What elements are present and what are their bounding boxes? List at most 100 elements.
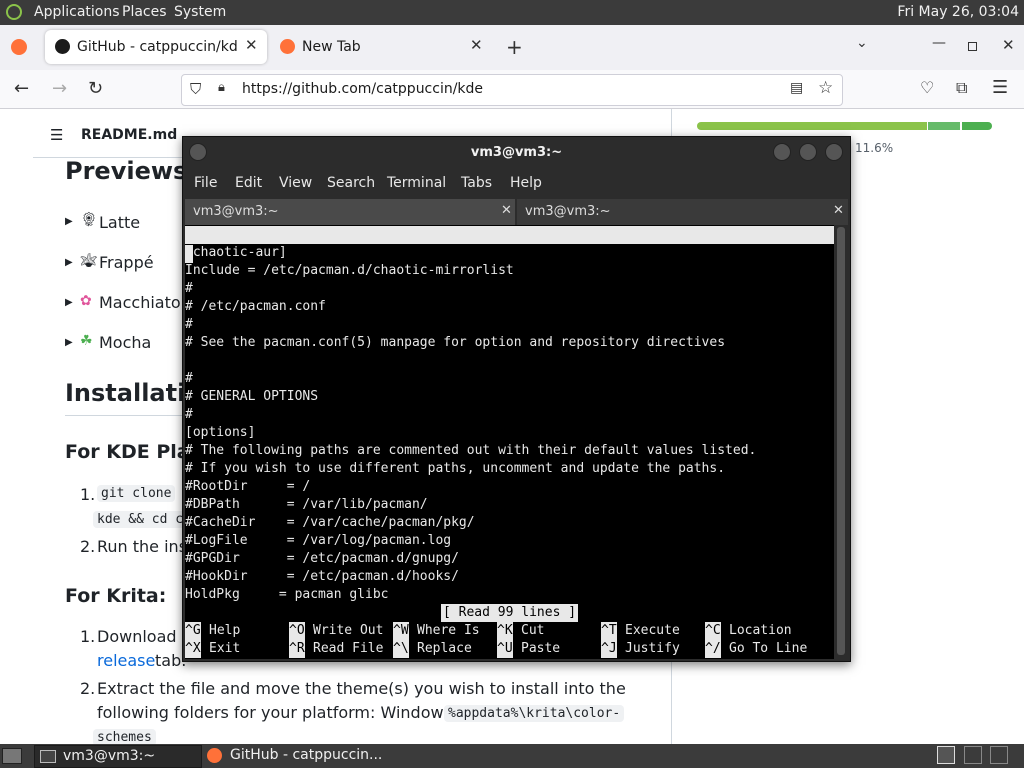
new-tab-plus-icon[interactable]: + bbox=[506, 35, 523, 59]
menu-search[interactable]: Search bbox=[327, 175, 375, 191]
tab-new-tab[interactable]: New Tab ✕ bbox=[272, 30, 494, 64]
terminal-tab[interactable]: vm3@vm3:~ ✕ bbox=[185, 199, 515, 225]
preview-item[interactable]: Frappé bbox=[99, 253, 154, 272]
disclosure-triangle-icon[interactable]: ▶ bbox=[65, 216, 73, 227]
scrollbar-thumb[interactable] bbox=[837, 227, 845, 655]
firefox-view-icon[interactable] bbox=[11, 39, 27, 55]
terminal-scrollbar[interactable] bbox=[835, 225, 847, 659]
workspace-1-icon[interactable] bbox=[937, 746, 955, 764]
file-line[interactable]: # /etc/pacman.conf bbox=[185, 298, 326, 316]
list-tabs-chevron-icon[interactable]: ⌄ bbox=[856, 35, 868, 51]
file-line[interactable]: # The following paths are commented out … bbox=[185, 442, 756, 460]
taskbar-item-terminal[interactable]: vm3@vm3:~ bbox=[34, 745, 202, 768]
menu-edit[interactable]: Edit bbox=[235, 175, 262, 191]
taskbar-item-browser[interactable]: GitHub - catppuccin... bbox=[202, 745, 392, 766]
file-line[interactable]: # If you wish to use different paths, un… bbox=[185, 460, 725, 478]
file-line[interactable]: HoldPkg = pacman glibc bbox=[185, 586, 389, 604]
file-line[interactable]: [chaotic-aur] bbox=[185, 244, 287, 262]
close-tab-icon[interactable]: ✕ bbox=[833, 203, 844, 218]
workspace-2-icon[interactable] bbox=[964, 746, 982, 764]
clock[interactable]: Fri May 26, 03:04 bbox=[897, 4, 1019, 20]
release-link[interactable]: release bbox=[97, 651, 155, 670]
url-text[interactable]: https://github.com/catppuccin/kde bbox=[242, 81, 483, 97]
file-line[interactable]: #GPGDir = /etc/pacman.d/gnupg/ bbox=[185, 550, 459, 568]
maximize-icon[interactable] bbox=[799, 143, 817, 161]
minimize-icon[interactable] bbox=[773, 143, 791, 161]
shortcut-key: ^J bbox=[601, 640, 617, 658]
kde-heading: For KDE Plas bbox=[65, 441, 201, 463]
close-tab-icon[interactable]: ✕ bbox=[245, 36, 258, 54]
shortcut-key: ^X bbox=[185, 640, 201, 658]
file-line[interactable]: # bbox=[185, 406, 193, 424]
url-bar[interactable]: ⛉ 🔒︎ https://github.com/catppuccin/kde ▤… bbox=[181, 74, 843, 106]
shield-icon[interactable]: ⛉ bbox=[190, 80, 201, 98]
menu-places[interactable]: Places bbox=[122, 4, 167, 20]
maximize-icon[interactable] bbox=[968, 42, 977, 51]
menu-applications[interactable]: Applications bbox=[34, 4, 120, 20]
disclosure-triangle-icon[interactable]: ▶ bbox=[65, 257, 73, 268]
lock-icon[interactable]: 🔒︎ bbox=[218, 80, 225, 95]
terminal-titlebar[interactable]: vm3@vm3:~ bbox=[183, 137, 850, 169]
close-tab-icon[interactable]: ✕ bbox=[470, 36, 483, 54]
distro-logo-icon[interactable] bbox=[6, 4, 22, 20]
extensions-icon[interactable]: ⧉ bbox=[956, 78, 967, 98]
minimize-icon[interactable]: — bbox=[932, 35, 946, 51]
shortcut-key: ^C bbox=[705, 622, 721, 640]
preview-item[interactable]: Latte bbox=[99, 213, 140, 232]
menu-tabs[interactable]: Tabs bbox=[461, 175, 492, 191]
hamburger-menu-icon[interactable]: ☰ bbox=[992, 77, 1008, 98]
file-line[interactable]: # bbox=[185, 316, 193, 334]
readme-filename[interactable]: README.md bbox=[81, 127, 177, 143]
file-line[interactable]: #LogFile = /var/log/pacman.log bbox=[185, 532, 451, 550]
window-title: vm3@vm3:~ bbox=[470, 145, 563, 160]
menu-file[interactable]: File bbox=[194, 175, 217, 191]
file-line[interactable]: #DBPath = /var/lib/pacman/ bbox=[185, 496, 428, 514]
terminal-window[interactable]: vm3@vm3:~ File Edit View Search Terminal… bbox=[182, 136, 851, 662]
browser-tabstrip: GitHub - catppuccin/kde: ✕ New Tab ✕ + ⌄… bbox=[0, 25, 1024, 70]
preview-item[interactable]: Macchiato bbox=[99, 293, 181, 312]
reader-view-icon[interactable]: ▤ bbox=[790, 80, 803, 96]
shortcut-key: ^R bbox=[289, 640, 305, 658]
back-icon[interactable]: ← bbox=[14, 78, 29, 99]
menu-help[interactable]: Help bbox=[510, 175, 542, 191]
shortcut-label: Where Is bbox=[417, 623, 480, 638]
close-tab-icon[interactable]: ✕ bbox=[501, 203, 512, 218]
firefox-favicon-icon bbox=[280, 39, 295, 54]
disclosure-triangle-icon[interactable]: ▶ bbox=[65, 297, 73, 308]
previews-heading: Previews bbox=[65, 157, 188, 185]
nano-header: GNU nano 7.2 /etc/pacman.conf bbox=[185, 226, 834, 278]
close-window-icon[interactable]: ✕ bbox=[1002, 36, 1015, 54]
pocket-icon[interactable]: ♡ bbox=[920, 78, 934, 97]
file-line[interactable]: #RootDir = / bbox=[185, 478, 310, 496]
file-line[interactable]: # GENERAL OPTIONS bbox=[185, 388, 318, 406]
workspace-3-icon[interactable] bbox=[990, 746, 1008, 764]
tab-github[interactable]: GitHub - catppuccin/kde: ✕ bbox=[45, 30, 267, 64]
tab-title: New Tab bbox=[302, 39, 361, 55]
disclosure-triangle-icon[interactable]: ▶ bbox=[65, 337, 73, 348]
reload-icon[interactable]: ↻ bbox=[88, 78, 103, 99]
preview-item[interactable]: Mocha bbox=[99, 333, 151, 352]
shortcut-label: Cut bbox=[521, 623, 545, 638]
file-line[interactable]: Include = /etc/pacman.d/chaotic-mirrorli… bbox=[185, 262, 514, 280]
file-line[interactable]: #HookDir = /etc/pacman.d/hooks/ bbox=[185, 568, 459, 586]
list-number: 2. bbox=[80, 537, 96, 556]
herb-icon: ☘ bbox=[80, 333, 93, 349]
menu-system[interactable]: System bbox=[174, 4, 226, 20]
terminal-menubar: File Edit View Search Terminal Tabs Help bbox=[183, 169, 850, 199]
menu-terminal[interactable]: Terminal bbox=[387, 175, 446, 191]
close-icon[interactable] bbox=[825, 143, 843, 161]
toc-list-icon[interactable]: ☰ bbox=[50, 126, 63, 144]
file-line[interactable]: #CacheDir = /var/cache/pacman/pkg/ bbox=[185, 514, 475, 532]
menu-view[interactable]: View bbox=[279, 175, 312, 191]
terminal-tab[interactable]: vm3@vm3:~ ✕ bbox=[517, 199, 848, 225]
nano-editor[interactable]: GNU nano 7.2 /etc/pacman.conf [chaotic-a… bbox=[185, 225, 834, 659]
bookmark-star-icon[interactable]: ☆ bbox=[818, 78, 833, 98]
file-line[interactable]: # bbox=[185, 280, 193, 298]
file-line[interactable]: # See the pacman.conf(5) manpage for opt… bbox=[185, 334, 725, 352]
file-line[interactable]: # bbox=[185, 370, 193, 388]
show-desktop-icon[interactable] bbox=[2, 748, 22, 764]
file-line[interactable]: [options] bbox=[185, 424, 255, 442]
shortcut-label: Location bbox=[729, 623, 792, 638]
language-bar-segment bbox=[697, 122, 927, 130]
forward-icon[interactable]: → bbox=[52, 78, 67, 99]
